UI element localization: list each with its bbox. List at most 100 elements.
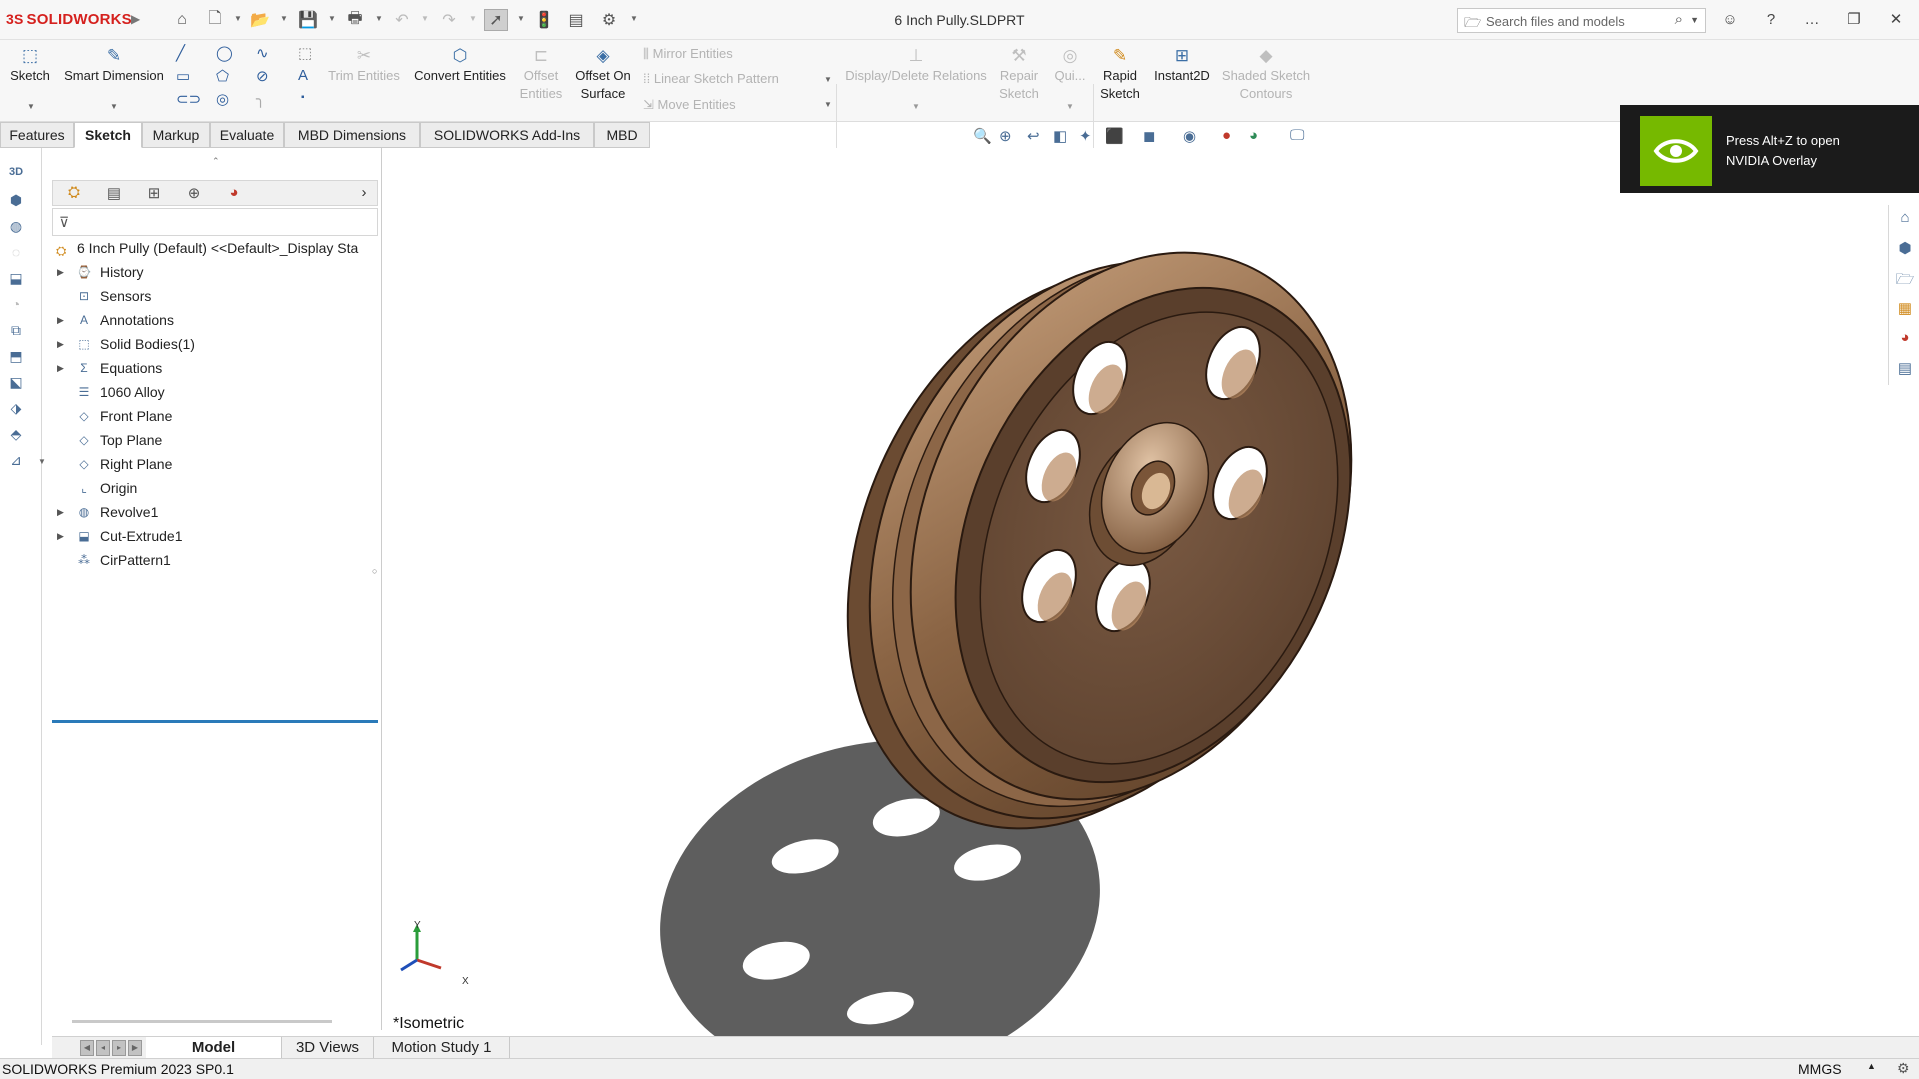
design-library-icon[interactable]: ⬢ xyxy=(1895,239,1915,259)
offset-entities-button[interactable]: ⊏ Offset Entities xyxy=(514,45,568,103)
previous-view-icon[interactable]: ↩ xyxy=(1027,127,1040,145)
help-icon[interactable]: ? xyxy=(1760,9,1782,31)
sketch-button[interactable]: ⬚ Sketch xyxy=(8,45,52,85)
home-icon[interactable]: ⌂ xyxy=(170,9,194,31)
rollback-bar[interactable] xyxy=(52,720,378,723)
edit-appearance-icon[interactable]: ● xyxy=(1222,127,1231,144)
tab-evaluate[interactable]: Evaluate xyxy=(210,122,284,148)
solidworks-resources-icon[interactable]: ⌂ xyxy=(1895,209,1915,229)
panel-collapse-handle[interactable]: ⌃ xyxy=(212,156,220,167)
custom-properties-icon[interactable]: ▤ xyxy=(1895,359,1915,379)
next-tab-icon[interactable]: ▸ xyxy=(112,1040,126,1056)
expand-arrow-icon[interactable]: ▶ xyxy=(57,501,64,523)
user-account-icon[interactable]: ☺ xyxy=(1719,9,1741,31)
help-more-icon[interactable]: … xyxy=(1801,9,1823,31)
tab-sketch[interactable]: Sketch xyxy=(74,122,142,148)
view-orientation-icon[interactable]: ⬛ xyxy=(1105,127,1124,145)
rebuild-icon[interactable]: 🚦 xyxy=(532,9,556,31)
tab-markup[interactable]: Markup xyxy=(142,122,210,148)
tab-motion-study-1[interactable]: Motion Study 1 xyxy=(374,1037,510,1059)
new-document-icon[interactable]: 🗋 xyxy=(203,9,227,31)
customize-status-icon[interactable]: ⚙ xyxy=(1897,1060,1910,1077)
units-dropup-icon[interactable]: ▲ xyxy=(1867,1061,1876,1071)
prev-tab-icon[interactable]: ◂ xyxy=(96,1040,110,1056)
save-dropdown-icon[interactable]: ▼ xyxy=(328,14,336,23)
instant2d-button[interactable]: ⊞ Instant2D xyxy=(1148,45,1216,85)
tab-mbd-dimensions[interactable]: MBD Dimensions xyxy=(284,122,420,148)
configuration-manager-icon[interactable]: ⊞ xyxy=(139,184,169,204)
fillet-icon[interactable]: ╮ xyxy=(256,90,265,108)
smart-dimension-button[interactable]: ✎ Smart Dimension xyxy=(60,45,168,85)
apply-scene-icon[interactable]: ◕ xyxy=(1249,127,1258,144)
offset-on-surface-button[interactable]: ◈ Offset On Surface xyxy=(570,45,636,103)
trim-entities-button[interactable]: ✂ Trim Entities xyxy=(326,45,402,85)
shell-icon[interactable]: ⬕ xyxy=(6,374,26,392)
tab-features[interactable]: Features xyxy=(0,122,74,148)
dynamic-annotation-icon[interactable]: ✦ xyxy=(1079,127,1092,145)
3d-icon[interactable]: 3D xyxy=(6,166,26,184)
tree-filter[interactable]: ⊽ xyxy=(52,208,378,236)
display-style-icon[interactable]: ◼ xyxy=(1143,127,1155,145)
circle-icon[interactable]: ◯ xyxy=(216,44,233,62)
move-dropdown-icon[interactable]: ▼ xyxy=(824,100,832,109)
select-dropdown-icon[interactable]: ▼ xyxy=(517,14,525,23)
mirror-entities-button[interactable]: ⫼ Mirror Entities xyxy=(643,46,733,62)
undo-icon[interactable]: ↶ xyxy=(390,9,414,31)
dimxpert-manager-icon[interactable]: ⊕ xyxy=(179,184,209,204)
expand-arrow-icon[interactable]: ▶ xyxy=(57,309,64,331)
search-box[interactable]: 🗁 Search files and models ⌕ ▼ xyxy=(1457,8,1706,33)
tab-3d-views[interactable]: 3D Views xyxy=(282,1037,374,1059)
text-icon[interactable]: A xyxy=(298,67,308,84)
line-icon[interactable]: ╱ xyxy=(176,44,185,62)
sketch-dropdown-icon[interactable]: ▼ xyxy=(27,102,35,111)
graphics-area[interactable]: Y X xyxy=(383,148,1894,1036)
file-properties-icon[interactable]: ▤ xyxy=(564,9,588,31)
first-tab-icon[interactable]: ◀ xyxy=(80,1040,94,1056)
polygon-icon[interactable]: ⬠ xyxy=(216,67,229,85)
open-dropdown-icon[interactable]: ▼ xyxy=(280,14,288,23)
fillet-feature-icon[interactable]: ◔ xyxy=(6,296,26,314)
cut-icon[interactable]: ⬓ xyxy=(6,270,26,288)
expand-arrow-icon[interactable]: ▶ xyxy=(57,333,64,355)
options-dropdown-icon[interactable]: ▼ xyxy=(630,14,638,23)
hide-show-items-icon[interactable]: ◉ xyxy=(1183,127,1196,145)
smart-dimension-dropdown-icon[interactable]: ▼ xyxy=(110,102,118,111)
undo-dropdown-icon[interactable]: ▼ xyxy=(421,14,429,23)
options-gear-icon[interactable]: ⚙ xyxy=(597,9,621,31)
tab-solidworks-add-ins[interactable]: SOLIDWORKS Add-Ins xyxy=(420,122,594,148)
wrap-icon[interactable]: ⬗ xyxy=(6,400,26,418)
zoom-to-area-icon[interactable]: ⊕ xyxy=(999,127,1012,145)
plane-point-icon[interactable]: ▪ xyxy=(301,92,305,103)
print-icon[interactable]: 🖶 xyxy=(343,9,367,31)
quick-snaps-button[interactable]: ◎ Qui... xyxy=(1050,45,1090,85)
rapid-sketch-button[interactable]: ✎ Rapid Sketch xyxy=(1096,45,1144,103)
more-tools-dropdown-icon[interactable]: ▼ xyxy=(38,457,46,466)
quick-snaps-dropdown-icon[interactable]: ▼ xyxy=(1066,102,1074,111)
tab-mbd[interactable]: MBD xyxy=(594,122,650,148)
revolved-boss-icon[interactable]: ◍ xyxy=(6,218,26,236)
menu-expand-icon[interactable]: ▶ xyxy=(131,12,140,26)
solidworks-logo[interactable]: 3S SOLIDWORKS xyxy=(6,11,132,28)
search-input[interactable]: Search files and models xyxy=(1486,14,1625,29)
open-icon[interactable]: 📂 xyxy=(248,9,272,31)
new-dropdown-icon[interactable]: ▼ xyxy=(234,14,242,23)
panel-expand-icon[interactable]: › xyxy=(349,184,379,204)
expand-arrow-icon[interactable]: ▶ xyxy=(57,525,64,547)
ellipse-icon[interactable]: ⊘ xyxy=(256,67,269,85)
shaded-sketch-contours-button[interactable]: ◆ Shaded Sketch Contours xyxy=(1220,45,1312,103)
intersect-icon[interactable]: ⬘ xyxy=(6,426,26,444)
featuremanager-tree-icon[interactable]: ⛭ xyxy=(59,184,89,204)
expand-arrow-icon[interactable]: ▶ xyxy=(57,261,64,283)
extruded-boss-icon[interactable]: ⬢ xyxy=(6,192,26,210)
view-settings-icon[interactable]: 🖵 xyxy=(1290,127,1304,144)
appearances-icon[interactable]: ◕ xyxy=(1895,329,1915,349)
search-dropdown-icon[interactable]: ▼ xyxy=(1690,15,1699,25)
panel-splitter-handle[interactable]: ○ xyxy=(372,566,377,576)
redo-dropdown-icon[interactable]: ▼ xyxy=(469,14,477,23)
zoom-to-fit-icon[interactable]: 🔍 xyxy=(973,127,992,145)
point-icon[interactable]: ◎ xyxy=(216,90,229,108)
nvidia-overlay-notification[interactable]: Press Alt+Z to open NVIDIA Overlay xyxy=(1620,105,1919,193)
slot-icon[interactable]: ⊂⊃ xyxy=(176,90,201,108)
save-icon[interactable]: 💾 xyxy=(296,9,320,31)
view-palette-icon[interactable]: ▦ xyxy=(1895,299,1915,319)
